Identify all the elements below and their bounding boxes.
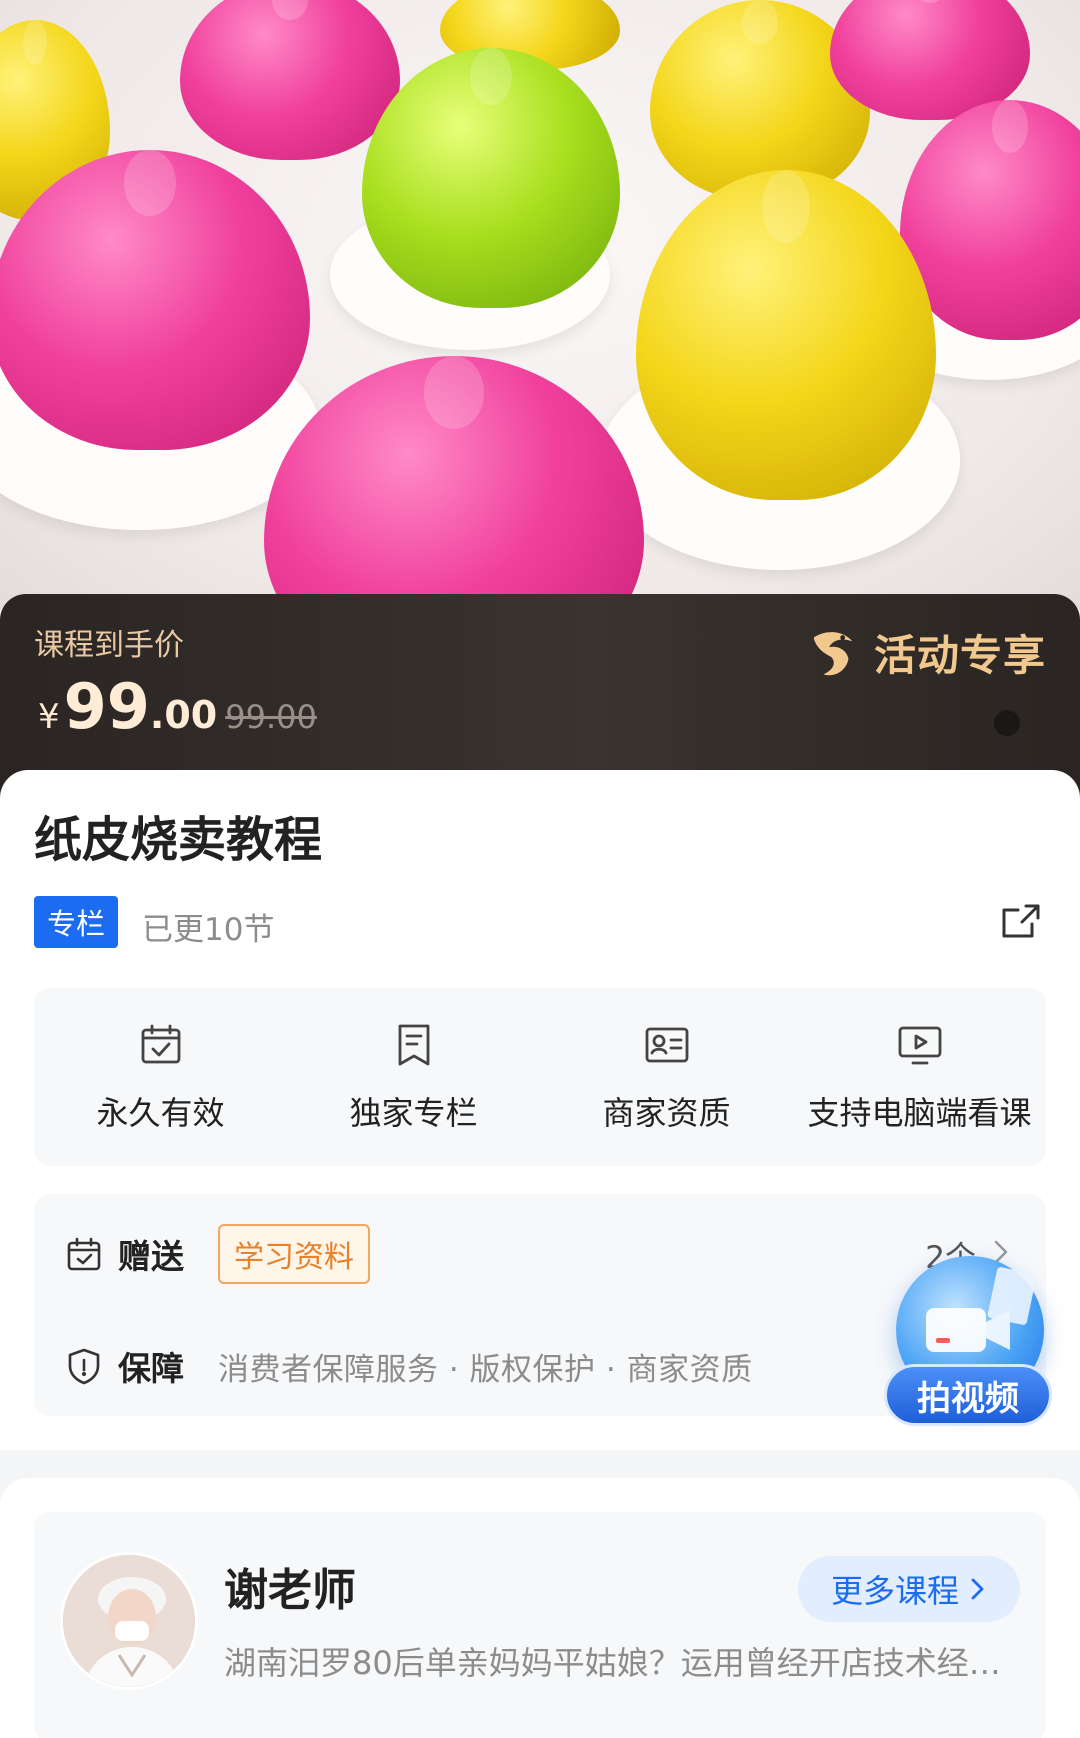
feature-strip: 永久有效 独家专栏 商家资质 支持电脑端看课 xyxy=(34,988,1046,1166)
price-decimal: .00 xyxy=(149,693,218,737)
avatar-icon xyxy=(63,1555,195,1687)
decorative-dot xyxy=(994,710,1020,736)
price-row: ¥ 99 .00 99.00 xyxy=(38,670,317,743)
shield-icon xyxy=(68,1348,100,1385)
teacher-section: 谢老师 更多课程 湖南汨罗80后单亲妈妈平姑娘？运用曾经开店技术经… xyxy=(0,1478,1080,1738)
gift-calendar-icon xyxy=(67,1237,101,1271)
promo-text: 活动专享 xyxy=(873,631,1046,680)
feature-label: 商家资质 xyxy=(602,1094,731,1132)
record-video-button[interactable]: 拍视频 xyxy=(884,1364,1052,1426)
record-video-float[interactable]: 拍视频 xyxy=(884,1246,1056,1436)
more-courses-button[interactable]: 更多课程 xyxy=(798,1556,1020,1622)
feature-label: 永久有效 xyxy=(96,1094,225,1132)
feature-pc: 支持电脑端看课 xyxy=(793,988,1046,1166)
teacher-card[interactable]: 谢老师 更多课程 湖南汨罗80后单亲妈妈平姑娘？运用曾经开店技术经… xyxy=(34,1512,1046,1738)
feature-qualification: 商家资质 xyxy=(540,988,793,1166)
feature-label: 独家专栏 xyxy=(349,1094,478,1132)
chevron-right-icon xyxy=(971,1578,984,1600)
bun xyxy=(180,0,400,160)
teacher-name: 谢老师 xyxy=(224,1565,356,1616)
bun xyxy=(636,170,936,500)
price-currency: ¥ xyxy=(38,697,60,737)
share-icon[interactable] xyxy=(996,896,1046,946)
price-label: 课程到手价 xyxy=(34,628,184,663)
calendar-check-icon xyxy=(141,1024,180,1064)
gift-row[interactable]: 赠送 学习资料 xyxy=(64,1224,370,1284)
guarantee-items: 消费者保障服务 · 版权保护 · 商家资质 xyxy=(218,1351,753,1388)
bird-logo-icon xyxy=(813,631,853,675)
column-tag: 专栏 xyxy=(34,896,118,948)
original-price: 99.00 xyxy=(225,698,317,736)
price-integer: 99 xyxy=(63,670,150,743)
feature-permanent: 永久有效 xyxy=(34,988,287,1166)
hero-image xyxy=(0,0,1080,610)
teacher-description: 湖南汨罗80后单亲妈妈平姑娘？运用曾经开店技术经… xyxy=(224,1644,1001,1682)
promo-badge: 活动专享 xyxy=(804,622,1046,683)
bun xyxy=(264,356,644,610)
monitor-play-icon xyxy=(898,1026,941,1065)
guarantee-title: 保障 xyxy=(118,1349,184,1388)
bookmark-icon xyxy=(398,1024,429,1066)
feature-exclusive: 独家专栏 xyxy=(287,988,540,1166)
bun xyxy=(362,48,620,308)
more-courses-label: 更多课程 xyxy=(830,1572,959,1610)
gift-title: 赠送 xyxy=(118,1237,184,1276)
teacher-avatar[interactable] xyxy=(60,1552,198,1690)
course-title: 纸皮烧卖教程 xyxy=(34,812,323,868)
update-count: 已更10节 xyxy=(142,912,275,948)
bun xyxy=(0,150,310,450)
id-card-icon xyxy=(645,1027,688,1063)
guarantee-row[interactable]: 保障 消费者保障服务 · 版权保护 · 商家资质 xyxy=(64,1342,753,1390)
gift-tag: 学习资料 xyxy=(218,1224,370,1284)
feature-label: 支持电脑端看课 xyxy=(807,1094,1032,1132)
